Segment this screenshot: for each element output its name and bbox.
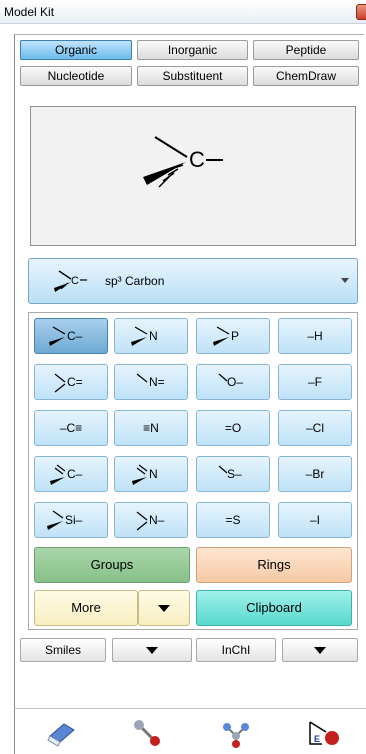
atom-label: N [149, 467, 158, 481]
inchi-button[interactable]: InChI [196, 638, 276, 662]
atom-label: P [231, 329, 240, 343]
fragment-tool-icon [223, 723, 249, 748]
eraser-icon [47, 723, 75, 747]
chevron-down-icon [341, 278, 349, 283]
atom-label: C= [67, 375, 83, 389]
stereo-ez-icon: E [309, 721, 339, 745]
atom-sulfur[interactable]: S– [196, 456, 270, 492]
atom-amide-nitrogen[interactable]: N– [114, 502, 188, 538]
atom-sp3-carbon[interactable]: C– [34, 318, 108, 354]
atom-preview: C [30, 106, 356, 246]
atom-label: S– [227, 467, 242, 481]
rings-button[interactable]: Rings [196, 547, 352, 583]
tab-nucleotide[interactable]: Nucleotide [20, 66, 132, 86]
triangle-down-icon [146, 647, 158, 655]
atom-label: –I [309, 513, 320, 527]
atom-label: N= [149, 375, 165, 389]
close-button[interactable] [356, 4, 366, 20]
smiles-dropdown-button[interactable] [112, 638, 192, 662]
atom-sp-carbon[interactable]: –C≡ [34, 410, 108, 446]
eraser-tool[interactable] [44, 718, 80, 748]
tab-peptide[interactable]: Peptide [253, 40, 359, 60]
atom-label: C– [67, 467, 83, 481]
atom-sp3-nitrogen[interactable]: N [114, 318, 188, 354]
fragment-tool[interactable] [218, 718, 254, 748]
atom-label: N [149, 329, 158, 343]
atom-label: ≡N [143, 421, 159, 435]
atom-chlorine[interactable]: –Cl [278, 410, 352, 446]
bond-tool-icon [134, 720, 160, 746]
atom-sp-nitrogen[interactable]: ≡N [114, 410, 188, 446]
triangle-down-icon [314, 647, 326, 655]
smiles-button[interactable]: Smiles [20, 638, 106, 662]
clipboard-button[interactable]: Clipboard [196, 590, 352, 626]
title-bar: Model Kit [0, 0, 366, 24]
atom-bromine[interactable]: –Br [278, 456, 352, 492]
atom-label: –H [307, 329, 323, 343]
triangle-down-icon [158, 605, 170, 613]
atom-sp3-phosphorus[interactable]: P [196, 318, 270, 354]
atom-fluorine[interactable]: –F [278, 364, 352, 400]
stereo-tool[interactable]: E [306, 718, 342, 748]
selected-atom-type: sp³ Carbon [105, 274, 165, 288]
sp3-carbon-preview-icon: C [143, 136, 223, 188]
atom-carbonyl-oxygen[interactable]: =O [196, 410, 270, 446]
atom-label: =S [225, 513, 241, 527]
atom-label: =O [224, 421, 242, 435]
atom-label: –Br [305, 467, 325, 481]
more-button[interactable]: More [34, 590, 138, 626]
svg-text:E: E [314, 734, 320, 744]
tab-chemdraw[interactable]: ChemDraw [253, 66, 359, 86]
selector-icon-symbol: C [71, 275, 79, 287]
bond-tool[interactable] [130, 718, 166, 748]
atom-label: Si– [65, 513, 83, 527]
atom-label: N– [149, 513, 165, 527]
atom-hydrogen[interactable]: –H [278, 318, 352, 354]
atom-thione-sulfur[interactable]: =S [196, 502, 270, 538]
atom-label: –C≡ [59, 421, 83, 435]
atom-trigonal-nitrogen[interactable]: N [114, 456, 188, 492]
atom-label: C– [67, 329, 83, 343]
atom-label: O– [227, 375, 244, 389]
atom-iodine[interactable]: –I [278, 502, 352, 538]
atom-type-dropdown[interactable]: C sp³ Carbon [28, 258, 358, 304]
tab-substituent[interactable]: Substituent [137, 66, 248, 86]
tab-inorganic[interactable]: Inorganic [137, 40, 248, 60]
window-title: Model Kit [4, 5, 55, 19]
sp3-carbon-icon: C [54, 270, 87, 292]
groups-button[interactable]: Groups [34, 547, 190, 583]
atom-label: –F [307, 375, 322, 389]
atom-oxygen[interactable]: O– [196, 364, 270, 400]
preview-atom-symbol: C [189, 147, 205, 172]
atom-sp2-carbon[interactable]: C= [34, 364, 108, 400]
atom-trigonal-carbon[interactable]: C– [34, 456, 108, 492]
inchi-dropdown-button[interactable] [282, 638, 358, 662]
atom-sp2-nitrogen[interactable]: N= [114, 364, 188, 400]
toolbar-separator [14, 708, 366, 709]
atom-label: –Cl [305, 421, 324, 435]
atom-silicon[interactable]: Si– [34, 502, 108, 538]
tab-organic[interactable]: Organic [20, 40, 132, 60]
more-dropdown-button[interactable] [138, 590, 190, 626]
